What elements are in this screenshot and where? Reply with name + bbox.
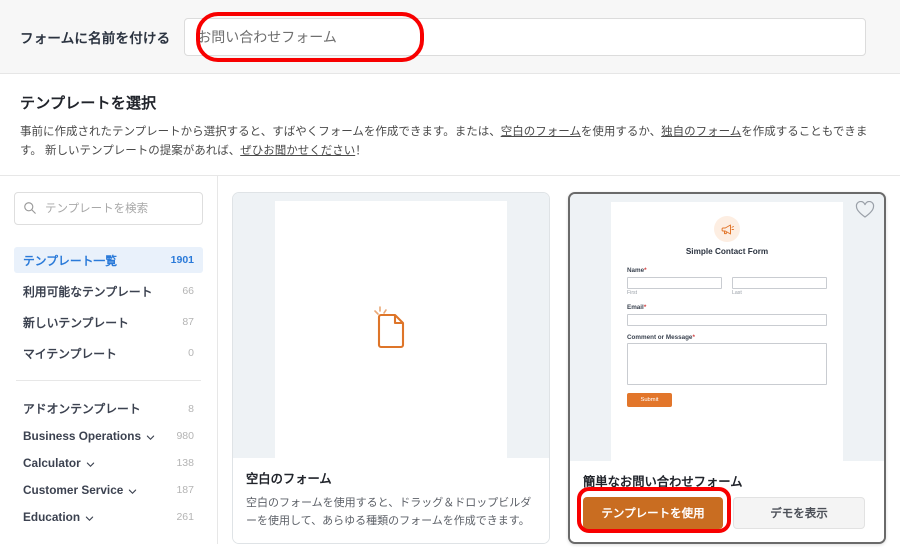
template-browser: テンプレート一覧 1901 利用可能なテンプレート 66 新しいテンプレート 8… [0,176,900,544]
sidebar-category-count: 261 [176,510,194,523]
sidebar-item-label: テンプレート一覧 [23,253,118,268]
sidebar-item-available-templates[interactable]: 利用可能なテンプレート 66 [14,278,203,304]
preview-textarea-comment[interactable] [627,343,827,385]
link-feedback[interactable]: ぜひお聞かせください [240,145,355,157]
template-search [14,192,203,225]
card-title: 簡単なお問い合わせフォーム [583,475,743,489]
preview-input-email[interactable] [627,313,827,326]
preview-field-label: Comment or Message [627,333,693,341]
sidebar-category-count: 980 [176,429,194,442]
show-demo-button[interactable]: デモを表示 [733,497,865,529]
megaphone-icon [714,216,740,242]
sidebar-item-count: 0 [188,347,194,359]
preview-sublabel-first: First [627,290,638,296]
preview-input-last-name[interactable] [732,276,827,289]
sidebar-category-label: Business Operations [23,428,142,443]
card-action-row: テンプレートを使用 デモを表示 [583,497,871,529]
use-template-button[interactable]: テンプレートを使用 [583,497,723,529]
desc-text-4: ！ [355,145,367,157]
card-preview-blank [233,193,549,458]
preview-sublabel-last: Last [732,290,742,296]
link-custom-form[interactable]: 独自のフォーム [661,126,741,138]
preview-field-comment: Comment or Message* [627,333,827,385]
sidebar-category-customer-service[interactable]: Customer Service 187 [14,476,203,503]
chevron-down-icon [146,431,155,440]
card-preview-contact-form: Simple Contact Form Name* First Last Ema… [570,194,884,461]
sidebar-category-education[interactable]: Education 261 [14,503,203,530]
preview-form-title: Simple Contact Form [685,247,769,256]
required-marker: * [692,333,695,341]
sidebar-category-calculator[interactable]: Calculator 138 [14,449,203,476]
sidebar-category-label: Calculator [23,455,81,470]
form-name-bar: フォームに名前を付ける [0,0,900,74]
desc-text-2: を使用するか、 [580,126,662,138]
section-description: 事前に作成されたテンプレートから選択すると、すばやくフォームを作成できます。また… [20,123,880,161]
page-title: テンプレートを選択 [20,95,157,112]
preview-field-name: Name* First Last [627,267,827,296]
template-card-grid: 空白のフォーム 空白のフォームを使用すると、ドラッグ＆ドロップビルダーを使用して… [218,176,900,544]
link-blank-form[interactable]: 空白のフォーム [501,126,581,138]
template-nav-list: テンプレート一覧 1901 利用可能なテンプレート 66 新しいテンプレート 8… [14,247,203,366]
desc-text-1: 事前に作成されたテンプレートから選択すると、すばやくフォームを作成できます。また… [20,126,501,138]
contact-form-preview-sheet: Simple Contact Form Name* First Last Ema… [611,202,843,461]
template-sidebar: テンプレート一覧 1901 利用可能なテンプレート 66 新しいテンプレート 8… [0,176,218,544]
sidebar-item-my-templates[interactable]: マイテンプレート 0 [14,340,203,366]
form-name-input[interactable] [184,17,867,56]
chevron-down-icon [128,485,137,494]
template-card-simple-contact-form[interactable]: Simple Contact Form Name* First Last Ema… [568,192,886,544]
card-title: 空白のフォーム [246,472,332,486]
sidebar-category-label: Education [23,509,81,524]
sidebar-category-count: 138 [176,456,194,469]
template-card-blank-form[interactable]: 空白のフォーム 空白のフォームを使用すると、ドラッグ＆ドロップビルダーを使用して… [232,192,550,544]
chevron-down-icon [85,512,94,521]
required-marker: * [644,267,647,274]
sidebar-item-count: 66 [182,285,194,297]
sidebar-item-label: マイテンプレート [23,346,117,361]
search-input[interactable] [14,192,203,225]
sidebar-category-label: Customer Service [23,482,124,497]
sidebar-item-all-templates[interactable]: テンプレート一覧 1901 [14,247,203,273]
preview-field-label: Name [627,267,645,274]
sidebar-divider [16,380,201,381]
sidebar-item-label: 新しいテンプレート [23,315,129,330]
heart-outline-icon[interactable] [855,200,875,221]
sidebar-category-count: 187 [176,483,194,496]
template-section-header: テンプレートを選択 事前に作成されたテンプレートから選択すると、すばやくフォーム… [0,74,900,161]
preview-submit-button[interactable]: Submit [627,393,672,407]
template-category-list: アドオンテンプレート 8 Business Operations 980 Cal… [14,395,203,530]
sidebar-item-count: 87 [182,316,194,328]
card-footer-contact-form: 簡単なお問い合わせフォーム テンプレートを使用 デモを表示 [570,461,884,542]
document-page-icon [367,303,415,357]
card-footer-blank: 空白のフォーム 空白のフォームを使用すると、ドラッグ＆ドロップビルダーを使用して… [233,458,549,543]
chevron-down-icon [86,458,95,467]
preview-input-first-name[interactable] [627,276,722,289]
form-name-label: フォームに名前を付ける [20,30,171,46]
sidebar-category-label: アドオンテンプレート [23,402,141,416]
sidebar-item-new-templates[interactable]: 新しいテンプレート 87 [14,309,203,335]
blank-preview-sheet [275,201,507,458]
required-marker: * [643,304,647,311]
sidebar-category-addon-templates[interactable]: アドオンテンプレート 8 [14,395,203,422]
preview-field-email: Email* [627,304,827,326]
sidebar-item-label: 利用可能なテンプレート [23,284,153,299]
sidebar-category-business-operations[interactable]: Business Operations 980 [14,422,203,449]
card-description: 空白のフォームを使用すると、ドラッグ＆ドロップビルダーを使用して、あらゆる種類の… [246,497,532,527]
sidebar-category-count: 8 [188,402,194,415]
sidebar-item-count: 1901 [170,254,194,266]
preview-field-label: Email [627,304,644,311]
